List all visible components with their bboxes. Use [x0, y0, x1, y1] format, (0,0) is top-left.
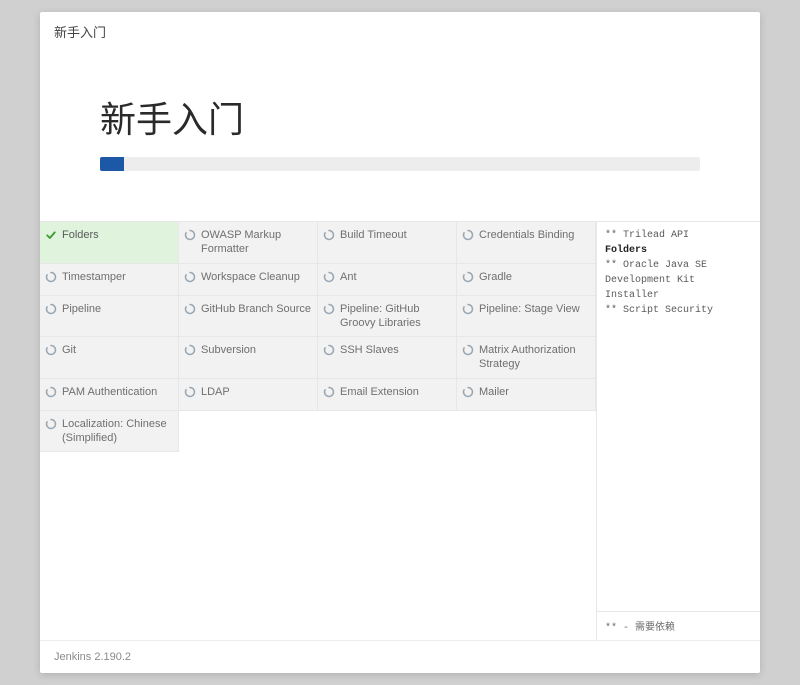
- plugin-name-label: GitHub Branch Source: [201, 302, 311, 316]
- plugin-name-label: Ant: [340, 270, 357, 284]
- setup-wizard-modal: 新手入门 新手入门 Folders OWASP Markup Formatter B…: [40, 12, 760, 673]
- check-icon: [44, 228, 58, 242]
- plugin-cell: Pipeline: Stage View: [457, 296, 596, 338]
- plugin-name-label: PAM Authentication: [62, 385, 157, 399]
- spinner-icon: [322, 228, 336, 242]
- install-log: ** Trilead APIFolders** Oracle Java SE D…: [597, 222, 760, 611]
- version-label: Jenkins 2.190.2: [54, 651, 131, 663]
- plugin-cell: SSH Slaves: [318, 337, 457, 379]
- plugin-name-label: LDAP: [201, 385, 230, 399]
- plugin-cell: Credentials Binding: [457, 222, 596, 264]
- log-line: ** Oracle Java SE Development Kit Instal…: [605, 258, 752, 303]
- log-footer-note: ** - 需要依赖: [597, 611, 760, 640]
- log-line: ** Script Security: [605, 303, 752, 318]
- plugin-name-label: SSH Slaves: [340, 343, 399, 357]
- spinner-icon: [44, 270, 58, 284]
- plugin-cell: Email Extension: [318, 379, 457, 411]
- plugin-cell: Matrix Authorization Strategy: [457, 337, 596, 379]
- plugin-name-label: Build Timeout: [340, 228, 407, 242]
- plugin-cell: Localization: Chinese (Simplified): [40, 411, 179, 453]
- plugin-grid: Folders OWASP Markup Formatter Build Timeo…: [40, 222, 597, 640]
- spinner-icon: [461, 228, 475, 242]
- spinner-icon: [322, 385, 336, 399]
- log-line: Folders: [605, 243, 752, 258]
- plugin-name-label: OWASP Markup Formatter: [201, 228, 313, 257]
- spinner-icon: [183, 228, 197, 242]
- install-progress-fill: [100, 157, 124, 171]
- plugin-name-label: Pipeline: GitHub Groovy Libraries: [340, 302, 452, 331]
- plugin-cell: LDAP: [179, 379, 318, 411]
- install-log-panel: ** Trilead APIFolders** Oracle Java SE D…: [597, 222, 760, 640]
- spinner-icon: [461, 385, 475, 399]
- plugin-cell: Timestamper: [40, 264, 179, 296]
- plugin-cell: Git: [40, 337, 179, 379]
- plugin-cell: Mailer: [457, 379, 596, 411]
- plugin-cell: Pipeline: [40, 296, 179, 338]
- spinner-icon: [461, 270, 475, 284]
- spinner-icon: [44, 417, 58, 431]
- plugin-cell: PAM Authentication: [40, 379, 179, 411]
- spinner-icon: [44, 343, 58, 357]
- plugin-name-label: Credentials Binding: [479, 228, 574, 242]
- plugin-name-label: Timestamper: [62, 270, 126, 284]
- plugin-name-label: Matrix Authorization Strategy: [479, 343, 591, 372]
- plugin-name-label: Pipeline: Stage View: [479, 302, 580, 316]
- plugin-cell: Build Timeout: [318, 222, 457, 264]
- spinner-icon: [322, 302, 336, 316]
- spinner-icon: [44, 302, 58, 316]
- main-area: Folders OWASP Markup Formatter Build Timeo…: [40, 221, 760, 640]
- spinner-icon: [322, 270, 336, 284]
- modal-header: 新手入门: [40, 12, 760, 51]
- plugin-cell: Folders: [40, 222, 179, 264]
- install-progress-bar: [100, 157, 700, 171]
- log-line: ** Trilead API: [605, 228, 752, 243]
- spinner-icon: [183, 343, 197, 357]
- page-title: 新手入门: [100, 91, 700, 143]
- plugin-name-label: Subversion: [201, 343, 256, 357]
- plugin-name-label: Gradle: [479, 270, 512, 284]
- hero-section: 新手入门: [40, 51, 760, 221]
- plugin-name-label: Pipeline: [62, 302, 101, 316]
- plugin-cell: Workspace Cleanup: [179, 264, 318, 296]
- plugin-name-label: Workspace Cleanup: [201, 270, 300, 284]
- plugin-cell: GitHub Branch Source: [179, 296, 318, 338]
- spinner-icon: [461, 343, 475, 357]
- plugin-name-label: Mailer: [479, 385, 509, 399]
- spinner-icon: [461, 302, 475, 316]
- spinner-icon: [183, 270, 197, 284]
- spinner-icon: [44, 385, 58, 399]
- spinner-icon: [183, 302, 197, 316]
- plugin-cell: OWASP Markup Formatter: [179, 222, 318, 264]
- plugin-cell: Pipeline: GitHub Groovy Libraries: [318, 296, 457, 338]
- plugin-cell: Ant: [318, 264, 457, 296]
- plugin-name-label: Localization: Chinese (Simplified): [62, 417, 174, 446]
- spinner-icon: [183, 385, 197, 399]
- plugin-name-label: Git: [62, 343, 76, 357]
- spinner-icon: [322, 343, 336, 357]
- modal-footer: Jenkins 2.190.2: [40, 640, 760, 673]
- plugin-name-label: Email Extension: [340, 385, 419, 399]
- plugin-cell: Gradle: [457, 264, 596, 296]
- modal-title: 新手入门: [54, 25, 106, 40]
- plugin-name-label: Folders: [62, 228, 99, 242]
- plugin-cell: Subversion: [179, 337, 318, 379]
